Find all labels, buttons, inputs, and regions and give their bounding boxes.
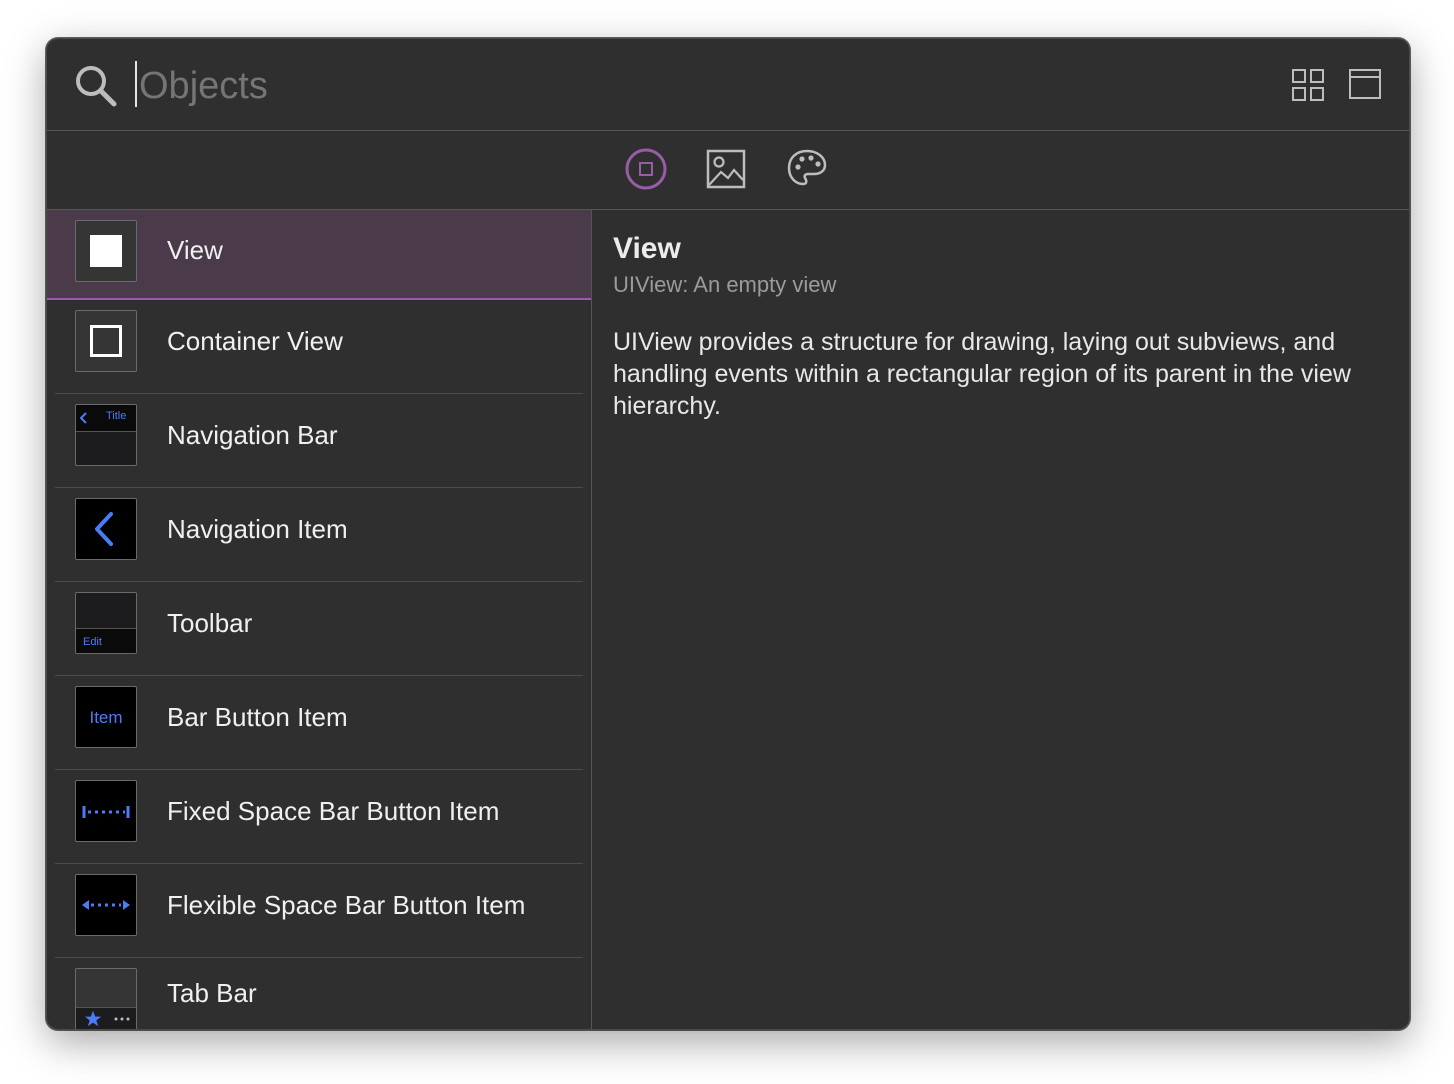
- navigation-bar-icon: Title: [75, 404, 137, 466]
- list-item-fixed-space[interactable]: Fixed Space Bar Button Item: [47, 770, 591, 864]
- tab-bar-icon: [75, 968, 137, 1029]
- detail-title: View: [613, 232, 681, 265]
- detail-subtitle: UIView: An empty view: [613, 272, 837, 297]
- search-icon: [76, 66, 117, 107]
- object-library-window: View Container View Title Navigation Bar: [46, 38, 1410, 1030]
- navigation-bar-title: Title: [106, 410, 127, 422]
- list-item-bar-button-item[interactable]: Item Bar Button Item: [47, 676, 591, 770]
- window-icon[interactable]: [1349, 69, 1381, 99]
- palette-icon[interactable]: [785, 147, 829, 191]
- flexible-space-icon: [75, 874, 137, 936]
- chevron-left-icon: [75, 498, 137, 560]
- objects-library-icon[interactable]: [624, 147, 668, 191]
- list-item-label: Navigation Bar: [167, 420, 338, 450]
- fixed-space-icon: [75, 780, 137, 842]
- list-item-navigation-bar[interactable]: Title Navigation Bar: [47, 394, 591, 488]
- list-item-label: Navigation Item: [167, 514, 348, 544]
- grid-view-icon[interactable]: [1292, 69, 1324, 101]
- list-item-label: Flexible Space Bar Button Item: [167, 890, 526, 920]
- list-item-label: Bar Button Item: [167, 702, 348, 732]
- list-item-label: Toolbar: [167, 608, 253, 638]
- search-input[interactable]: [137, 57, 1241, 115]
- list-item-label: Tab Bar: [167, 978, 257, 1008]
- image-icon[interactable]: [704, 147, 748, 191]
- list-item-label: View: [167, 235, 223, 265]
- list-item-container-view[interactable]: Container View: [47, 300, 591, 394]
- toolbar-icon: Edit: [75, 592, 137, 654]
- detail-pane: View UIView: An empty view UIView provid…: [592, 210, 1409, 1029]
- list-item-flexible-space[interactable]: Flexible Space Bar Button Item: [47, 864, 591, 958]
- library-selector: [47, 131, 1409, 210]
- toolbar-edit-text: Edit: [83, 636, 102, 648]
- list-item-toolbar[interactable]: Edit Toolbar: [47, 582, 591, 676]
- list-item-view[interactable]: View: [47, 210, 591, 300]
- detail-description: UIView provides a structure for drawing,…: [613, 328, 1351, 420]
- container-view-icon: [75, 310, 137, 372]
- object-list: View Container View Title Navigation Bar: [47, 210, 592, 1029]
- list-item-label: Fixed Space Bar Button Item: [167, 796, 500, 826]
- bar-button-item-icon: Item: [75, 686, 137, 748]
- list-item-label: Container View: [167, 326, 343, 356]
- bar-button-item-text: Item: [89, 708, 123, 727]
- list-item-navigation-item[interactable]: Navigation Item: [47, 488, 591, 582]
- list-item-tab-bar[interactable]: Tab Bar: [47, 958, 591, 1029]
- view-icon: [75, 220, 137, 282]
- search-bar: [47, 39, 1409, 131]
